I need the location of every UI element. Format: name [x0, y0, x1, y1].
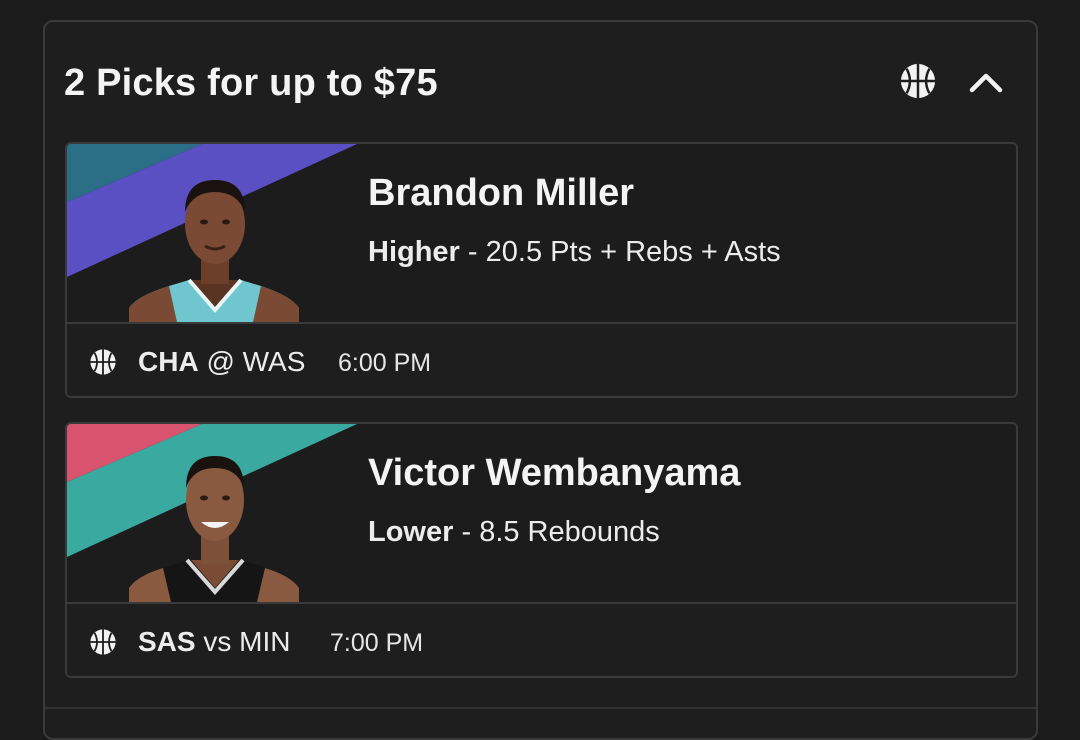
pick-details: Brandon Miller Higher - 20.5 Pts + Rebs …: [67, 144, 1016, 322]
player-headshot: [129, 180, 299, 322]
game-info: SAS vs MIN 7:00 PM: [67, 604, 1016, 676]
pick-line: Lower - 8.5 Rebounds: [368, 516, 660, 549]
pick-stat: 20.5 Pts + Rebs + Asts: [485, 236, 781, 268]
pick-card[interactable]: Victor Wembanyama Lower - 8.5 Rebounds S…: [65, 422, 1018, 678]
pick-details: Victor Wembanyama Lower - 8.5 Rebounds: [67, 424, 1016, 602]
opponent-team: MIN: [239, 626, 291, 657]
pick-card[interactable]: Brandon Miller Higher - 20.5 Pts + Rebs …: [65, 142, 1018, 398]
basketball-icon: [90, 349, 116, 375]
matchup-connector: @: [206, 346, 235, 377]
divider: [45, 707, 1036, 709]
pick-stat: 8.5 Rebounds: [479, 516, 660, 548]
basketball-icon: [90, 629, 116, 655]
matchup-connector: vs: [203, 626, 232, 657]
player-name: Victor Wembanyama: [368, 452, 741, 494]
player-team: SAS: [138, 626, 196, 657]
pick-separator: -: [453, 516, 480, 548]
pick-direction: Lower: [368, 516, 454, 548]
game-info: CHA @ WAS 6:00 PM: [67, 324, 1016, 396]
player-team: CHA: [138, 346, 199, 377]
pick-line: Higher - 20.5 Pts + Rebs + Asts: [368, 236, 781, 269]
panel-title: 2 Picks for up to $75: [64, 62, 438, 104]
matchup: CHA @ WAS: [138, 346, 305, 378]
opponent-team: WAS: [242, 346, 306, 377]
player-name: Brandon Miller: [368, 172, 635, 214]
game-time: 7:00 PM: [330, 629, 424, 657]
game-time: 6:00 PM: [338, 349, 432, 377]
pick-direction: Higher: [368, 236, 460, 268]
player-headshot: [129, 456, 299, 602]
panel-header[interactable]: 2 Picks for up to $75: [45, 22, 1036, 142]
pick-separator: -: [459, 236, 486, 268]
matchup: SAS vs MIN: [138, 626, 290, 658]
chevron-up-icon[interactable]: [967, 66, 1005, 98]
picks-panel: 2 Picks for up to $75 Brandon Miller Hig…: [43, 20, 1038, 740]
basketball-icon: [900, 63, 936, 99]
